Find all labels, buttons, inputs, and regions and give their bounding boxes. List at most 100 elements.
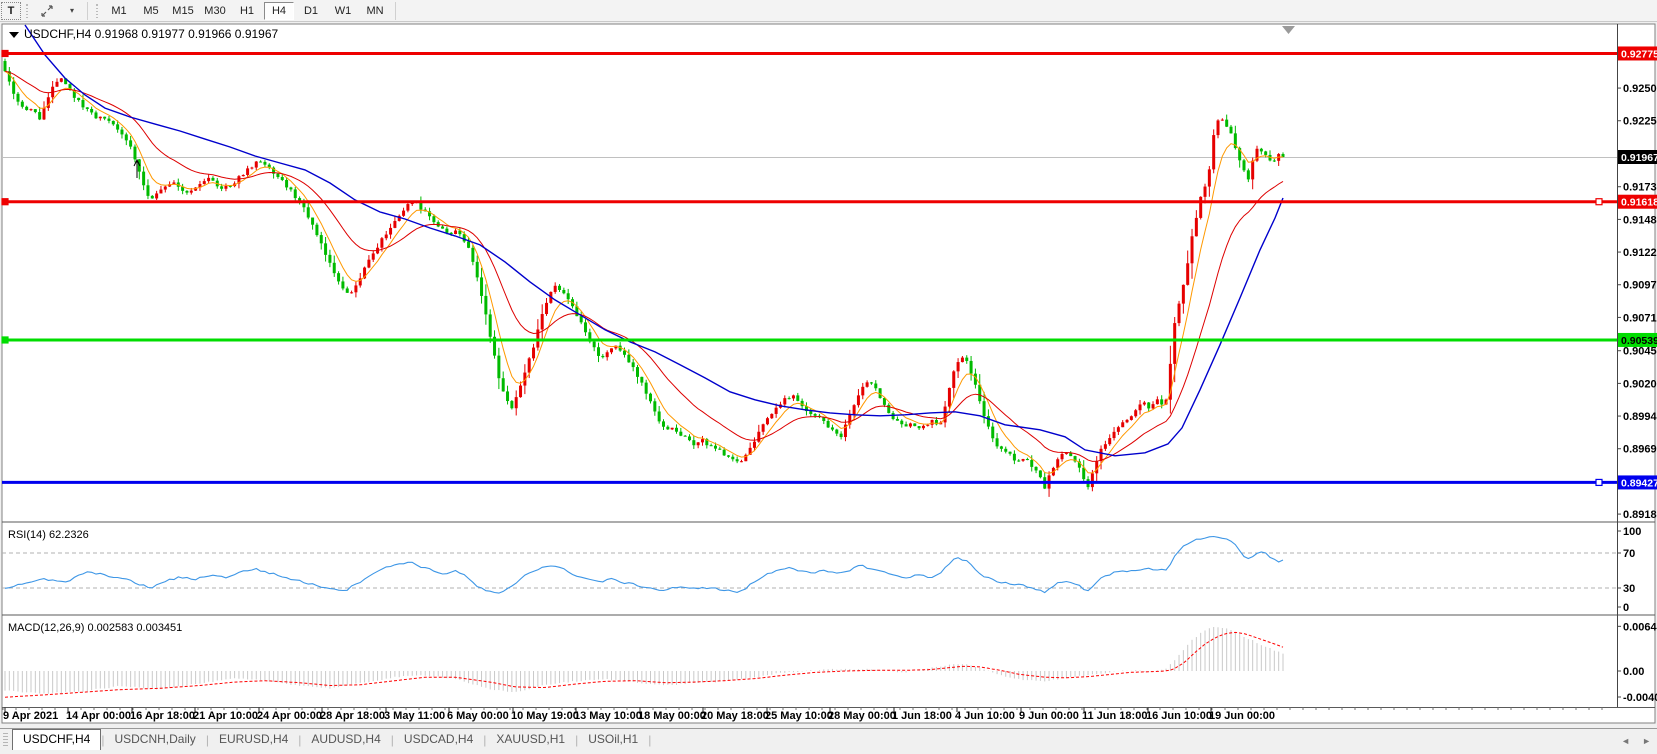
candle-body (957, 362, 960, 371)
candle-body (1173, 323, 1176, 364)
candle-body (649, 394, 652, 402)
time-axis-label: 18 May 00:00 (638, 710, 706, 722)
candle-body (740, 461, 743, 462)
candle-body (688, 436, 691, 440)
time-axis-label: 28 Apr 18:00 (320, 710, 385, 722)
candle-body (1156, 399, 1159, 404)
time-axis-label: 4 Jun 10:00 (955, 710, 1015, 722)
timeframe-button-w1[interactable]: W1 (328, 2, 358, 20)
chart-tab-usdchf-h4[interactable]: USDCHF,H4 (12, 729, 101, 750)
candle-body (1264, 151, 1267, 155)
timeframe-button-m30[interactable]: M30 (200, 2, 230, 20)
candle-body (653, 401, 656, 411)
crosshair-arrows-icon[interactable] (34, 2, 60, 20)
candle-body (380, 238, 383, 248)
candle-body (645, 383, 648, 394)
timeframe-button-m15[interactable]: M15 (168, 2, 198, 20)
candle-body (532, 348, 535, 359)
candle-body (81, 100, 84, 107)
candle-body (1204, 187, 1207, 197)
toolbar-separator (395, 2, 396, 20)
chart-tab-xauusd-h1[interactable]: XAUUSD,H1 (486, 730, 575, 750)
candle-body (55, 82, 58, 87)
candle-body (658, 411, 661, 421)
candle-body (276, 174, 279, 177)
candle-body (133, 147, 136, 160)
timeframe-button-m1[interactable]: M1 (104, 2, 134, 20)
price-chart-canvas[interactable]: 0.925050.922500.917350.914800.912250.909… (0, 22, 1657, 728)
candle-body (220, 186, 223, 188)
candle-body (1243, 160, 1246, 170)
line-drag-handle (1596, 199, 1602, 205)
candle-body (159, 190, 162, 194)
candle-body (1217, 120, 1220, 135)
toolbar: T ▾ M1M5M15M30H1H4D1W1MN (0, 0, 1657, 22)
candle-body (25, 107, 28, 110)
candle-body (476, 262, 479, 278)
candle-body (671, 428, 674, 430)
tabs-scroll-left-button[interactable]: ◄ (1615, 736, 1636, 750)
candle-body (12, 82, 15, 94)
tabs-scroll-right-button[interactable]: ► (1636, 736, 1657, 750)
timeframe-button-mn[interactable]: MN (360, 2, 390, 20)
price-badge-label: 0.91967 (1621, 152, 1657, 164)
candle-body (874, 384, 877, 389)
chart-client-area (2, 24, 1655, 723)
candle-body (489, 314, 492, 336)
price-badge-label: 0.89427 (1621, 477, 1657, 489)
candle-body (1004, 449, 1007, 452)
time-axis-label: 16 Apr 18:00 (130, 710, 195, 722)
y-axis-label: 0.90455 (1623, 346, 1657, 358)
candle-body (636, 367, 639, 377)
candle-body (909, 423, 912, 426)
text-tool-button[interactable]: T (1, 2, 21, 20)
candle-body (34, 109, 37, 112)
candle-body (900, 421, 903, 425)
candle-body (697, 442, 700, 445)
candle-body (1139, 404, 1142, 410)
candle-body (1195, 218, 1198, 236)
candle-body (632, 362, 635, 367)
chevron-down-icon[interactable]: ▾ (62, 2, 82, 20)
toolbar-separator (87, 2, 88, 20)
candle-body (484, 296, 487, 314)
mt4-window: T ▾ M1M5M15M30H1H4D1W1MN 0.925050.922500… (0, 0, 1657, 754)
candle-body (125, 134, 128, 140)
timeframe-button-d1[interactable]: D1 (296, 2, 326, 20)
time-axis-label: 3 May 11:00 (384, 710, 445, 722)
candle-body (224, 186, 227, 189)
candle-body (250, 168, 253, 169)
chart-tab-usoil-h1[interactable]: USOil,H1 (578, 730, 648, 750)
toolbar-grip (25, 3, 30, 19)
candle-body (445, 229, 448, 233)
candle-body (896, 419, 899, 421)
candle-body (1182, 285, 1185, 304)
chart-tab-usdcnh-daily[interactable]: USDCNH,Daily (104, 730, 205, 750)
candle-body (1100, 449, 1103, 461)
candle-body (731, 457, 734, 459)
candle-body (1009, 452, 1012, 454)
candle-body (203, 181, 206, 184)
timeframe-button-m5[interactable]: M5 (136, 2, 166, 20)
candle-body (1251, 161, 1254, 180)
candle-body (541, 314, 544, 329)
candle-body (324, 243, 327, 255)
crosshair-arrows-icon (40, 4, 54, 18)
chart-tab-audusd-h4[interactable]: AUDUSD,H4 (301, 730, 390, 750)
candle-body (1030, 460, 1033, 467)
time-axis-label: 11 Jun 18:00 (1082, 710, 1147, 722)
timeframe-button-h4[interactable]: H4 (264, 2, 294, 20)
timeframe-button-h1[interactable]: H1 (232, 2, 262, 20)
candle-body (1039, 470, 1042, 477)
candle-body (736, 459, 739, 461)
candle-body (207, 178, 210, 181)
candle-body (60, 78, 63, 81)
chart-tab-usdcad-h4[interactable]: USDCAD,H4 (394, 730, 483, 750)
candle-body (1147, 403, 1150, 409)
chart-tab-eurusd-h4[interactable]: EURUSD,H4 (209, 730, 298, 750)
candle-body (1160, 399, 1163, 404)
candle-body (480, 277, 483, 296)
candle-body (372, 253, 375, 259)
candle-body (931, 420, 934, 425)
time-axis-label: 6 May 00:00 (447, 710, 509, 722)
